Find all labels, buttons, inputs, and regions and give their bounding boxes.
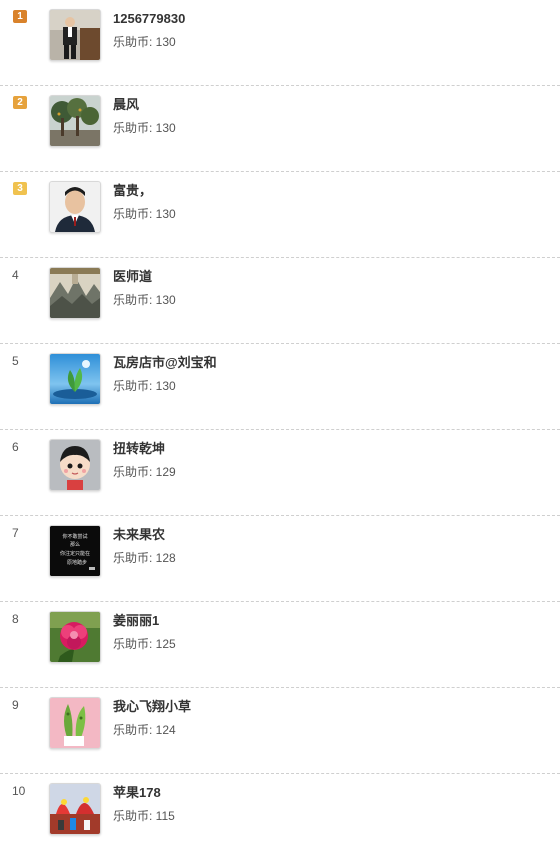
user-name[interactable]: 1256779830 (113, 11, 185, 27)
user-name[interactable]: 苹果178 (113, 785, 161, 801)
svg-text:你不敢尝试: 你不敢尝试 (62, 533, 87, 540)
user-name[interactable]: 姜丽丽1 (113, 613, 159, 629)
coin-count: 乐助币: 128 (113, 551, 176, 565)
coin-count: 乐助币: 130 (113, 293, 176, 307)
rank-badge: 3 (13, 182, 27, 195)
coin-count: 乐助币: 124 (113, 723, 176, 737)
rank-number: 9 (12, 698, 19, 712)
user-name[interactable]: 晨风 (113, 97, 139, 113)
trees-photo-icon[interactable] (49, 95, 101, 147)
user-name[interactable]: 我心飞翔小草 (113, 699, 191, 715)
coin-count: 乐助币: 130 (113, 35, 176, 49)
rank-number: 7 (12, 526, 19, 540)
pink-flower-icon[interactable] (49, 611, 101, 663)
leaf-on-water-icon[interactable] (49, 353, 101, 405)
rank-number: 4 (12, 268, 19, 282)
svg-text:那么: 那么 (70, 541, 80, 548)
rank-number: 5 (12, 354, 19, 368)
rank-number: 8 (12, 612, 19, 626)
user-name[interactable]: 医师道 (113, 269, 152, 285)
svg-text:原地踏步: 原地踏步 (67, 559, 87, 566)
list-item: 4 医师道 乐助币: 130 (0, 258, 560, 344)
list-item: 10 苹果178 乐助币: 115 (0, 774, 560, 860)
user-name[interactable]: 扭转乾坤 (113, 441, 165, 457)
list-item: 1 1256779830 乐助币: 130 (0, 0, 560, 86)
rank-badge: 1 (13, 10, 27, 23)
rank-number: 10 (12, 784, 26, 798)
list-item: 9 我心飞翔小草 乐助币: 124 (0, 688, 560, 774)
list-item: 3 富贵， 乐助币: 130 (0, 172, 560, 258)
ranking-list: 1 1256779830 乐助币: 130 2 晨风 乐助币: 130 3 富贵… (0, 0, 560, 860)
rank-number: 6 (12, 440, 19, 454)
rank-badge: 2 (13, 96, 27, 109)
coin-count: 乐助币: 130 (113, 121, 176, 135)
user-name[interactable]: 富贵， (113, 183, 152, 199)
coin-count: 乐助币: 130 (113, 379, 176, 393)
festival-scene-icon[interactable] (49, 783, 101, 835)
coin-count: 乐助币: 130 (113, 207, 176, 221)
coin-count: 乐助币: 129 (113, 465, 176, 479)
man-in-suit-photo-icon[interactable] (49, 9, 101, 61)
mountain-scroll-icon[interactable] (49, 267, 101, 319)
svg-text:你注定只能在: 你注定只能在 (60, 550, 90, 557)
user-name[interactable]: 未来果农 (113, 527, 165, 543)
list-item: 7 你不敢尝试 那么 你注定只能在 原地踏步 未来果农 乐助币: 128 (0, 516, 560, 602)
cartoon-girl-icon[interactable] (49, 439, 101, 491)
text-on-black-icon[interactable]: 你不敢尝试 那么 你注定只能在 原地踏步 (49, 525, 101, 577)
list-item: 8 姜丽丽1 乐助币: 125 (0, 602, 560, 688)
coin-count: 乐助币: 125 (113, 637, 176, 651)
list-item: 6 扭转乾坤 乐助币: 129 (0, 430, 560, 516)
list-item: 5 瓦房店市@刘宝和 乐助币: 130 (0, 344, 560, 430)
coin-count: 乐助币: 115 (113, 809, 175, 823)
portrait-photo-icon[interactable] (49, 181, 101, 233)
green-plant-icon[interactable] (49, 697, 101, 749)
list-item: 2 晨风 乐助币: 130 (0, 86, 560, 172)
user-name[interactable]: 瓦房店市@刘宝和 (113, 355, 217, 371)
